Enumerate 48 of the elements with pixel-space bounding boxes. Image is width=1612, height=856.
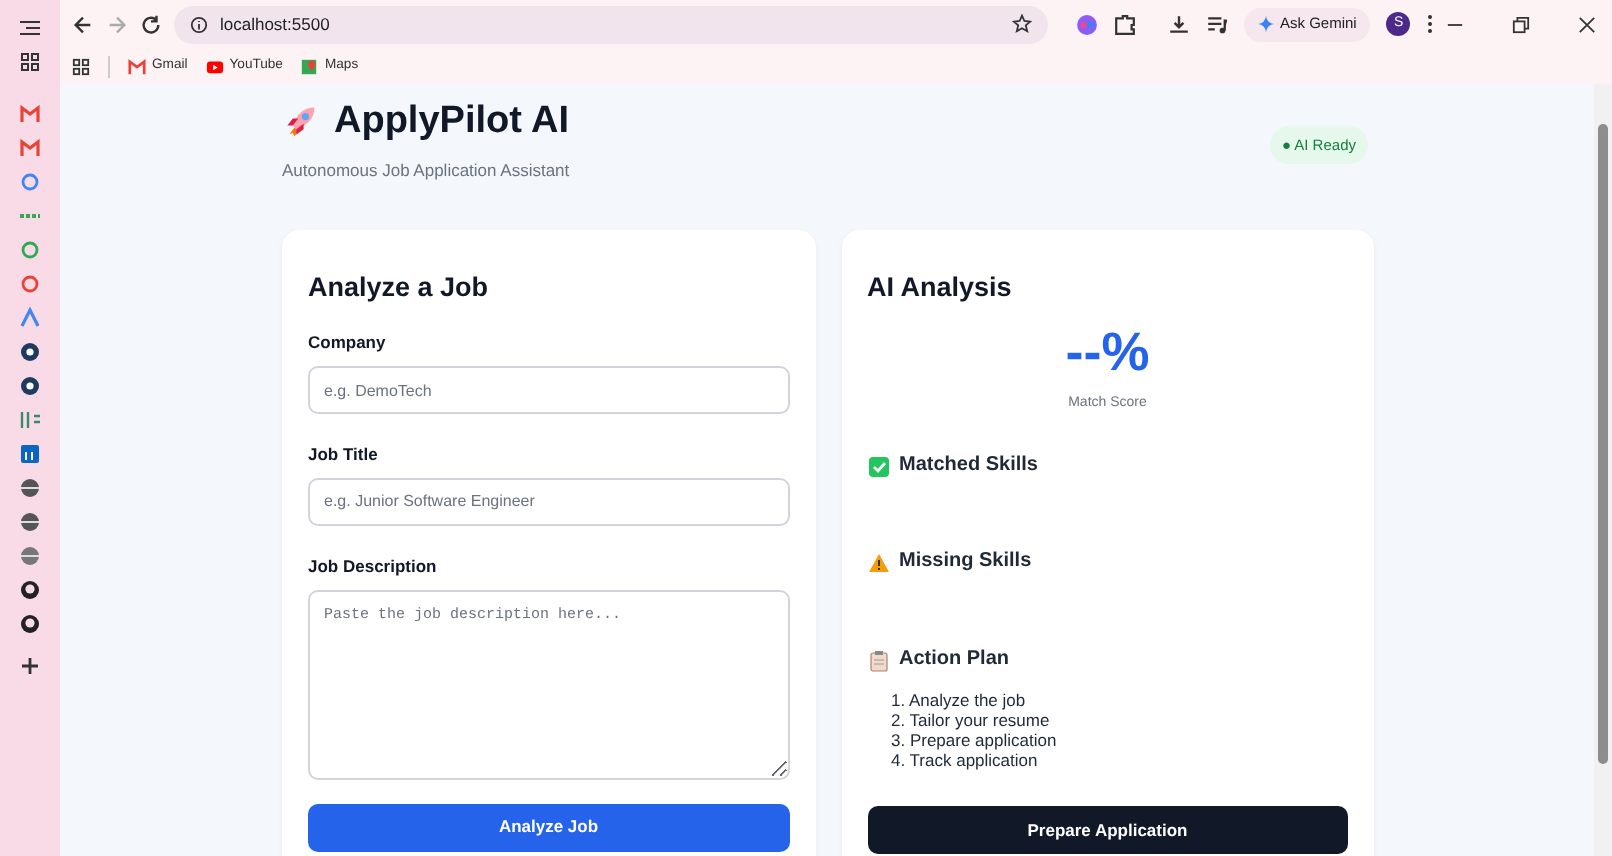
app-subtitle: Autonomous Job Application Assistant <box>282 158 570 184</box>
input-field[interactable]: e.g. Junior Software Engineer <box>308 477 789 526</box>
star-icon[interactable] <box>1012 14 1032 34</box>
download-icon[interactable] <box>1168 13 1190 35</box>
mail-icon[interactable] <box>16 133 44 161</box>
circle-logo-icon[interactable] <box>16 337 44 365</box>
puzzle-icon[interactable] <box>1114 13 1136 35</box>
field-label: Job Description <box>308 553 439 579</box>
close-icon[interactable] <box>1578 15 1597 33</box>
check-icon <box>867 455 889 478</box>
info-icon <box>190 15 208 33</box>
section-title: Action Plan <box>899 648 1010 673</box>
match-score: --% <box>1065 326 1150 381</box>
field-label: Company <box>308 330 388 356</box>
plan-step: 1. Analyze the job <box>891 690 1026 711</box>
scrollbar[interactable] <box>1594 84 1612 856</box>
form-title: Analyze a Job <box>308 273 491 301</box>
mail-icon[interactable] <box>16 99 44 127</box>
mail-icon <box>128 57 146 75</box>
map-pin-icon <box>300 57 319 75</box>
field-label: Job Title <box>308 442 380 468</box>
address-bar[interactable]: localhost:5500 <box>174 5 1048 43</box>
clipboard-icon <box>867 649 889 672</box>
forward-arrow-icon <box>106 13 128 35</box>
prepare-button[interactable]: Prepare Application <box>867 806 1348 855</box>
sparkle-icon <box>1258 16 1274 32</box>
analyze-button[interactable]: Analyze Job <box>308 803 789 851</box>
video-icon <box>205 57 224 75</box>
warning-icon <box>867 551 889 574</box>
reload-icon <box>140 13 162 35</box>
app-title: ApplyPilot AI <box>334 102 570 140</box>
restore-icon[interactable] <box>1512 15 1531 33</box>
input-field[interactable]: e.g. DemoTech <box>308 366 789 414</box>
plan-step: 2. Tailor your resume <box>891 710 1050 731</box>
rocket-icon <box>282 103 318 139</box>
section-title: Matched Skills <box>899 454 1038 479</box>
extension-icon[interactable] <box>1076 13 1098 35</box>
plan-step: 4. Track application <box>891 750 1038 771</box>
media-icon[interactable] <box>1206 13 1228 35</box>
url-text: localhost:5500 <box>220 11 332 37</box>
menu-icon[interactable] <box>1426 14 1435 34</box>
back-arrow-icon <box>72 13 94 35</box>
apps-icon[interactable] <box>16 47 44 75</box>
apps-icon[interactable] <box>72 57 90 75</box>
circle-logo-icon[interactable] <box>16 371 44 399</box>
section-title: Missing Skills <box>899 550 1032 575</box>
plan-step: 3. Prepare application <box>891 730 1057 751</box>
analysis-title: AI Analysis <box>867 273 1014 301</box>
